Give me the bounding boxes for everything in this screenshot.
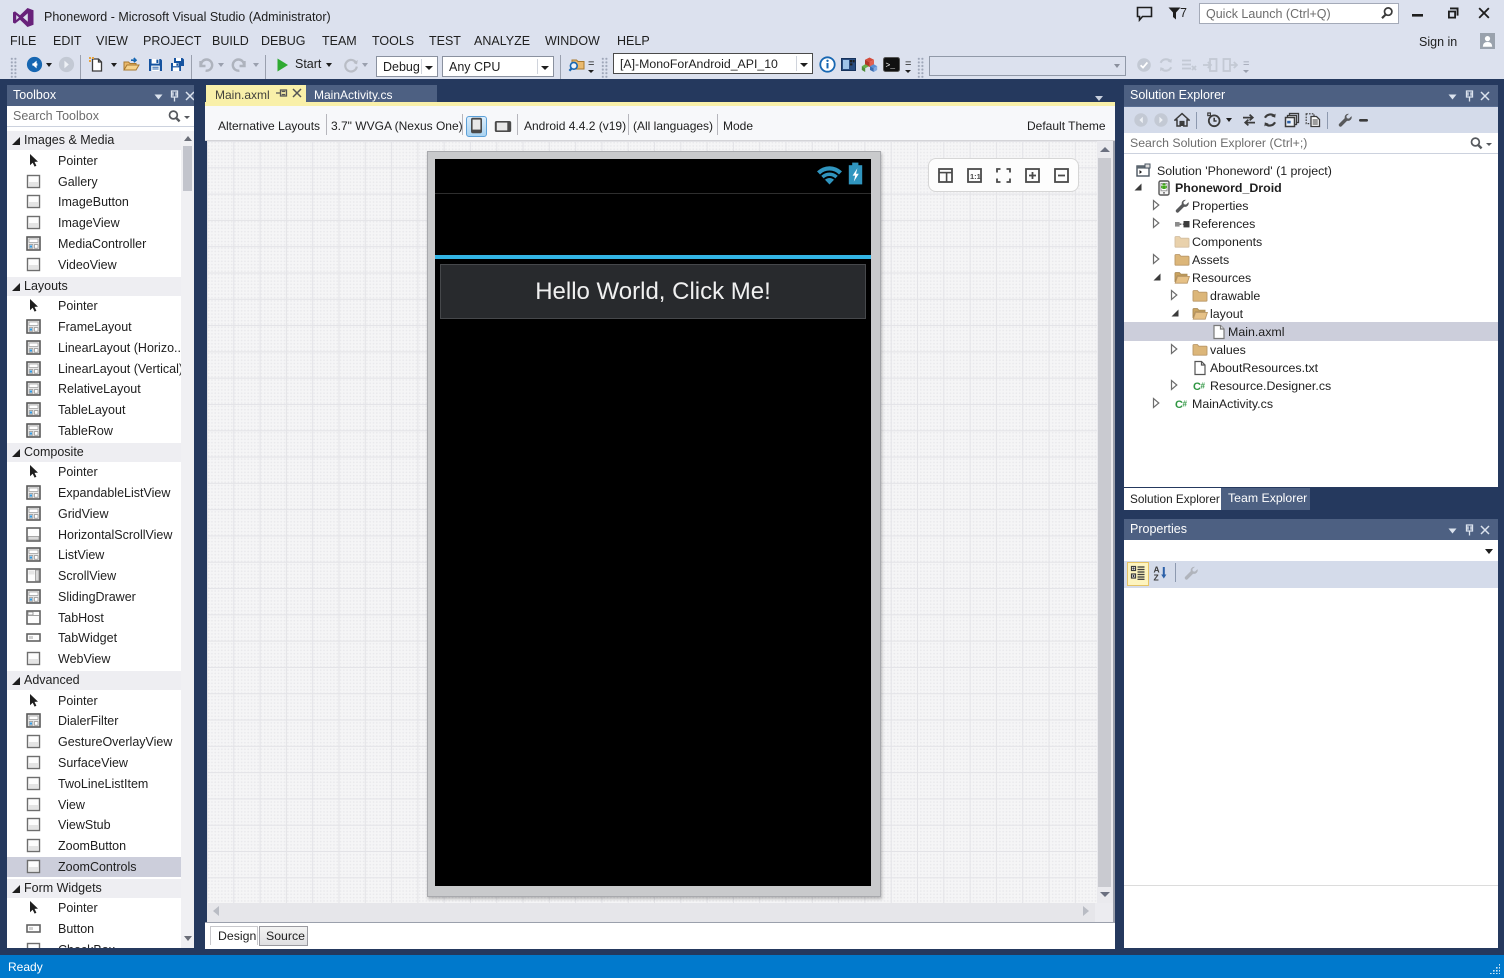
svg-text:1:1: 1:1	[970, 172, 981, 181]
svg-text:>_: >_	[886, 62, 896, 71]
svg-text:Z: Z	[1154, 573, 1159, 582]
svg-text:#: #	[1201, 381, 1206, 390]
svg-text:#: #	[1183, 399, 1188, 408]
